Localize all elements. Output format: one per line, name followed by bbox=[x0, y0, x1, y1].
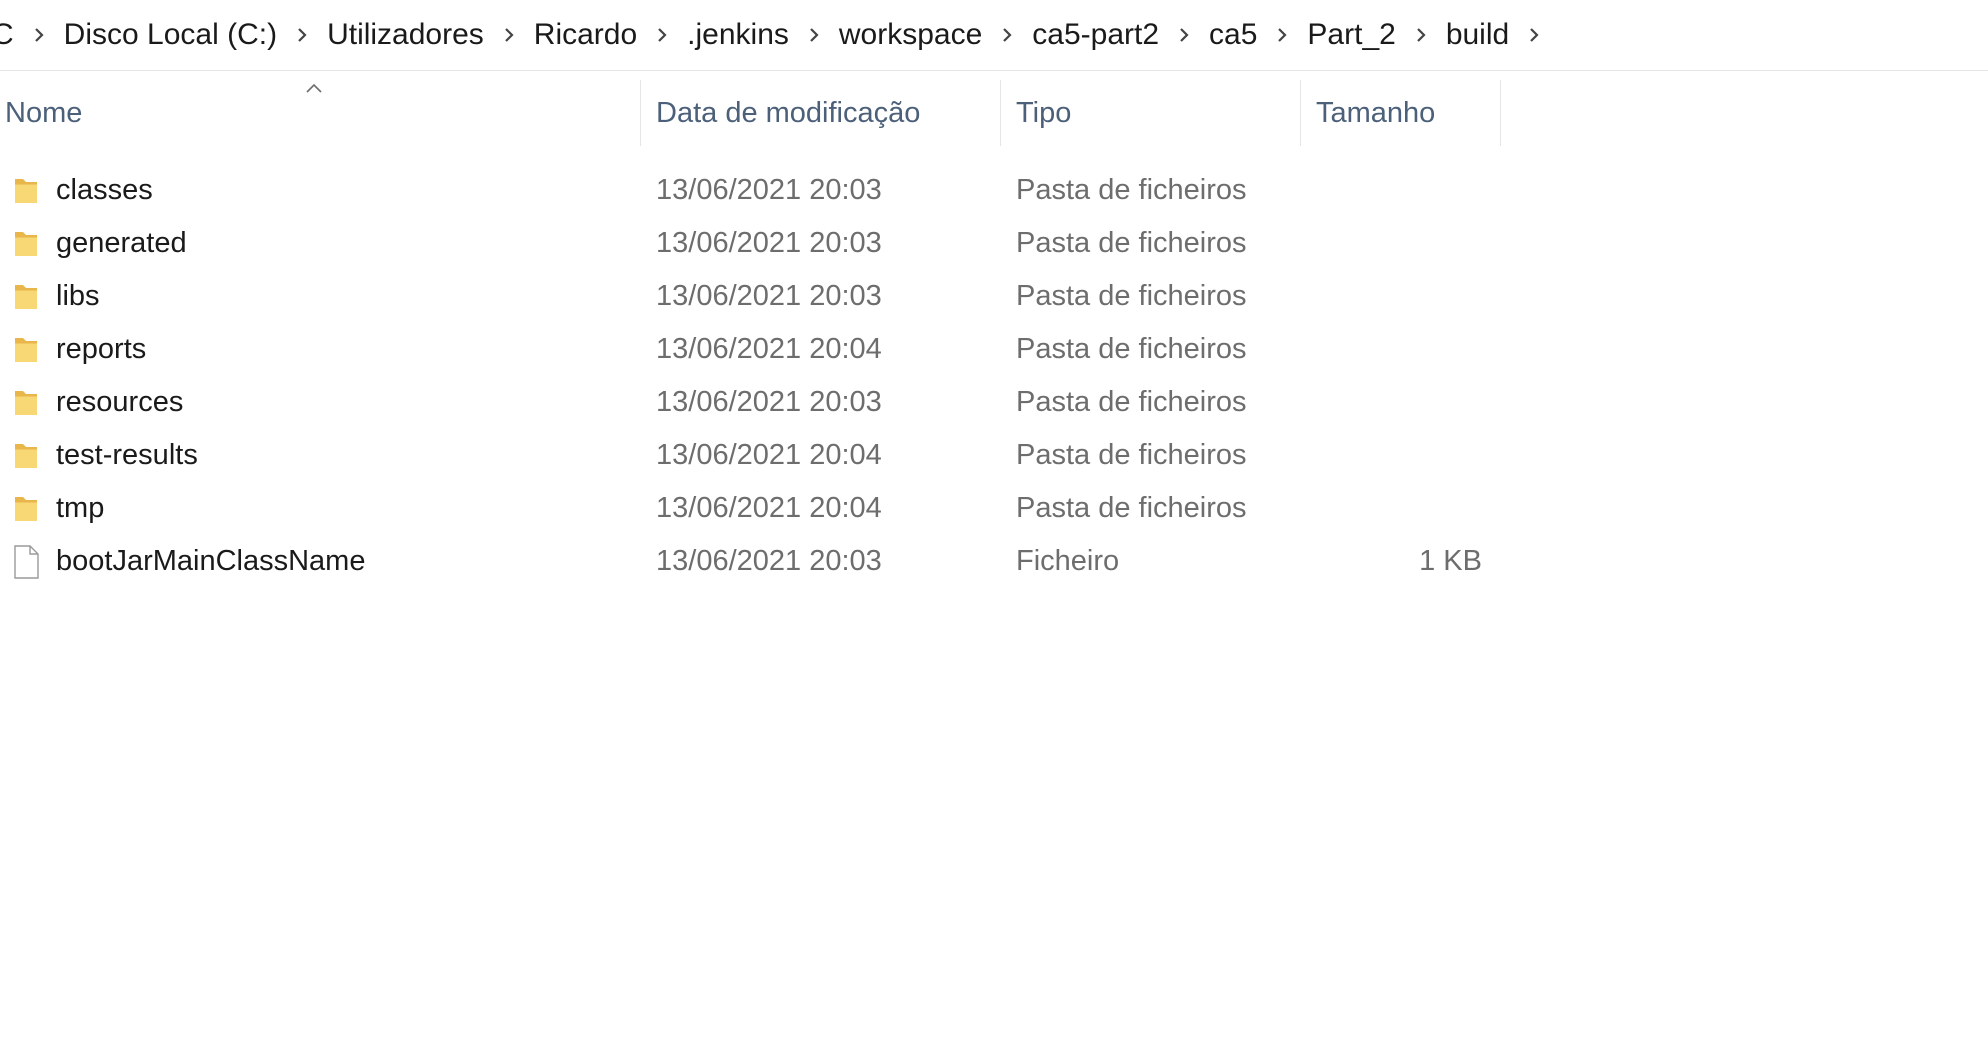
file-size bbox=[1320, 164, 1482, 217]
file-icon bbox=[10, 535, 42, 588]
file-row[interactable]: tmp 13/06/2021 20:04 Pasta de ficheiros bbox=[0, 482, 1500, 535]
file-modified-date: 13/06/2021 20:03 bbox=[656, 227, 882, 259]
column-header-name-label: Nome bbox=[5, 96, 83, 129]
file-name: test-results bbox=[56, 439, 198, 471]
chevron-right-icon[interactable] bbox=[639, 26, 685, 44]
file-modified-date: 13/06/2021 20:04 bbox=[656, 439, 882, 471]
file-name: resources bbox=[56, 386, 184, 418]
file-row[interactable]: resources 13/06/2021 20:03 Pasta de fichei… bbox=[0, 376, 1500, 429]
file-type: Pasta de ficheiros bbox=[1016, 439, 1247, 471]
breadcrumb-item[interactable]: Utilizadores bbox=[325, 18, 486, 52]
column-header-modified-label: Data de modificação bbox=[656, 96, 921, 129]
file-row[interactable]: libs 13/06/2021 20:03 Pasta de ficheiros bbox=[0, 270, 1500, 323]
file-modified-date: 13/06/2021 20:03 bbox=[656, 386, 882, 418]
file-modified-date: 13/06/2021 20:03 bbox=[656, 280, 882, 312]
chevron-right-icon[interactable] bbox=[16, 26, 62, 44]
breadcrumb-item[interactable]: workspace bbox=[837, 18, 984, 52]
chevron-right-icon[interactable] bbox=[1398, 26, 1444, 44]
file-row[interactable]: generated 13/06/2021 20:03 Pasta de fichei… bbox=[0, 217, 1500, 270]
file-type: Pasta de ficheiros bbox=[1016, 174, 1247, 206]
breadcrumb-item[interactable]: build bbox=[1444, 18, 1511, 52]
folder-icon bbox=[10, 376, 42, 429]
file-row[interactable]: reports 13/06/2021 20:04 Pasta de ficheiro… bbox=[0, 323, 1500, 376]
breadcrumb-item[interactable]: Part_2 bbox=[1305, 18, 1397, 52]
breadcrumb: C Disco Local (C:) Utilizadores Ricardo .jen… bbox=[0, 0, 1988, 71]
folder-icon bbox=[10, 270, 42, 323]
column-divider[interactable] bbox=[1000, 80, 1001, 146]
column-header-modified[interactable]: Data de modificação bbox=[656, 80, 996, 146]
file-modified-date: 13/06/2021 20:03 bbox=[656, 174, 882, 206]
file-size bbox=[1320, 429, 1482, 482]
file-size bbox=[1320, 482, 1482, 535]
file-type: Pasta de ficheiros bbox=[1016, 333, 1247, 365]
file-row[interactable]: test-results 13/06/2021 20:04 Pasta de fic… bbox=[0, 429, 1500, 482]
breadcrumb-item[interactable]: Disco Local (C:) bbox=[62, 18, 279, 52]
folder-icon bbox=[10, 323, 42, 376]
file-type: Pasta de ficheiros bbox=[1016, 492, 1247, 524]
column-header-row: Nome Data de modificação Tipo Tamanho bbox=[0, 80, 1501, 146]
file-row[interactable]: bootJarMainClassName 13/06/2021 20:03 Fich… bbox=[0, 535, 1500, 588]
file-size bbox=[1320, 217, 1482, 270]
chevron-right-icon[interactable] bbox=[1259, 26, 1305, 44]
file-row[interactable]: classes 13/06/2021 20:03 Pasta de ficheiro… bbox=[0, 164, 1500, 217]
file-type: Pasta de ficheiros bbox=[1016, 386, 1247, 418]
breadcrumb-item[interactable]: ca5-part2 bbox=[1030, 18, 1161, 52]
column-header-type-label: Tipo bbox=[1016, 96, 1072, 129]
file-name: bootJarMainClassName bbox=[56, 545, 366, 577]
file-name: classes bbox=[56, 174, 153, 206]
file-name: reports bbox=[56, 333, 147, 365]
file-list: classes 13/06/2021 20:03 Pasta de ficheiro… bbox=[0, 164, 1500, 588]
file-modified-date: 13/06/2021 20:04 bbox=[656, 492, 882, 524]
chevron-right-icon[interactable] bbox=[791, 26, 837, 44]
file-type: Pasta de ficheiros bbox=[1016, 227, 1247, 259]
file-size: 1 KB bbox=[1419, 545, 1482, 577]
breadcrumb-item[interactable]: ca5 bbox=[1207, 18, 1259, 52]
column-header-size-label: Tamanho bbox=[1316, 96, 1436, 129]
breadcrumb-item[interactable]: Ricardo bbox=[532, 18, 639, 52]
file-modified-date: 13/06/2021 20:04 bbox=[656, 333, 882, 365]
column-header-type[interactable]: Tipo bbox=[1016, 80, 1296, 146]
folder-icon bbox=[10, 164, 42, 217]
chevron-right-icon[interactable] bbox=[486, 26, 532, 44]
file-type: Ficheiro bbox=[1016, 545, 1120, 577]
breadcrumb-item[interactable]: .jenkins bbox=[685, 18, 791, 52]
file-size bbox=[1320, 323, 1482, 376]
chevron-right-icon[interactable] bbox=[1511, 26, 1557, 44]
file-name: tmp bbox=[56, 492, 105, 524]
breadcrumb-item[interactable]: C bbox=[0, 18, 16, 52]
file-modified-date: 13/06/2021 20:03 bbox=[656, 545, 882, 577]
column-header-size[interactable]: Tamanho bbox=[1316, 80, 1496, 146]
chevron-up-icon bbox=[306, 80, 322, 98]
folder-icon bbox=[10, 217, 42, 270]
file-name: libs bbox=[56, 280, 100, 312]
column-divider[interactable] bbox=[640, 80, 641, 146]
file-type: Pasta de ficheiros bbox=[1016, 280, 1247, 312]
chevron-right-icon[interactable] bbox=[279, 26, 325, 44]
column-divider[interactable] bbox=[1500, 80, 1501, 146]
chevron-right-icon[interactable] bbox=[984, 26, 1030, 44]
folder-icon bbox=[10, 482, 42, 535]
folder-icon bbox=[10, 429, 42, 482]
chevron-right-icon[interactable] bbox=[1161, 26, 1207, 44]
file-name: generated bbox=[56, 227, 187, 259]
column-divider[interactable] bbox=[1300, 80, 1301, 146]
file-size bbox=[1320, 376, 1482, 429]
file-size bbox=[1320, 270, 1482, 323]
